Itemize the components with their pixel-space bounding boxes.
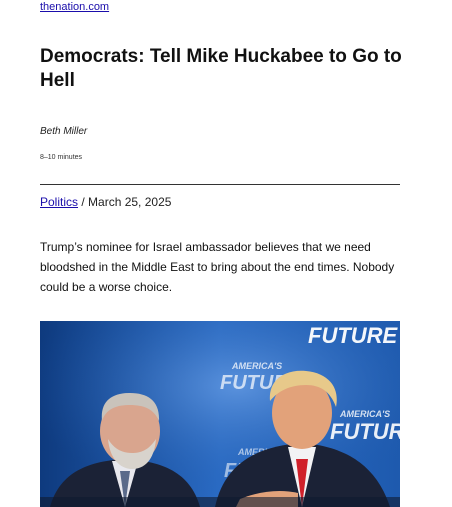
- backdrop-text-1: FUTURE: [308, 323, 399, 348]
- article-meta: Politics / March 25, 2025: [40, 195, 171, 209]
- category-link[interactable]: Politics: [40, 195, 78, 209]
- author-name: Beth Miller: [40, 126, 88, 137]
- backdrop-text-2: AMERICA'S: [231, 361, 282, 371]
- article-photo: FUTURE AMERICA'S FUTURE AMERICA'S FUTURE…: [40, 321, 400, 507]
- read-time: 8–10 minutes: [40, 154, 83, 161]
- divider: [40, 184, 400, 185]
- backdrop-text-4: AMERICA'S: [339, 409, 390, 419]
- article-dek: Trump’s nominee for Israel ambassador be…: [40, 240, 395, 294]
- article-title: Democrats: Tell Mike Huckabee to Go to H…: [40, 46, 402, 91]
- photo-illustration: FUTURE AMERICA'S FUTURE AMERICA'S FUTURE…: [40, 321, 400, 507]
- date-separator: /: [78, 195, 89, 209]
- site-link[interactable]: thenation.com: [40, 1, 109, 13]
- publish-date: March 25, 2025: [88, 195, 172, 209]
- backdrop-text-5: FUTURE: [330, 419, 400, 444]
